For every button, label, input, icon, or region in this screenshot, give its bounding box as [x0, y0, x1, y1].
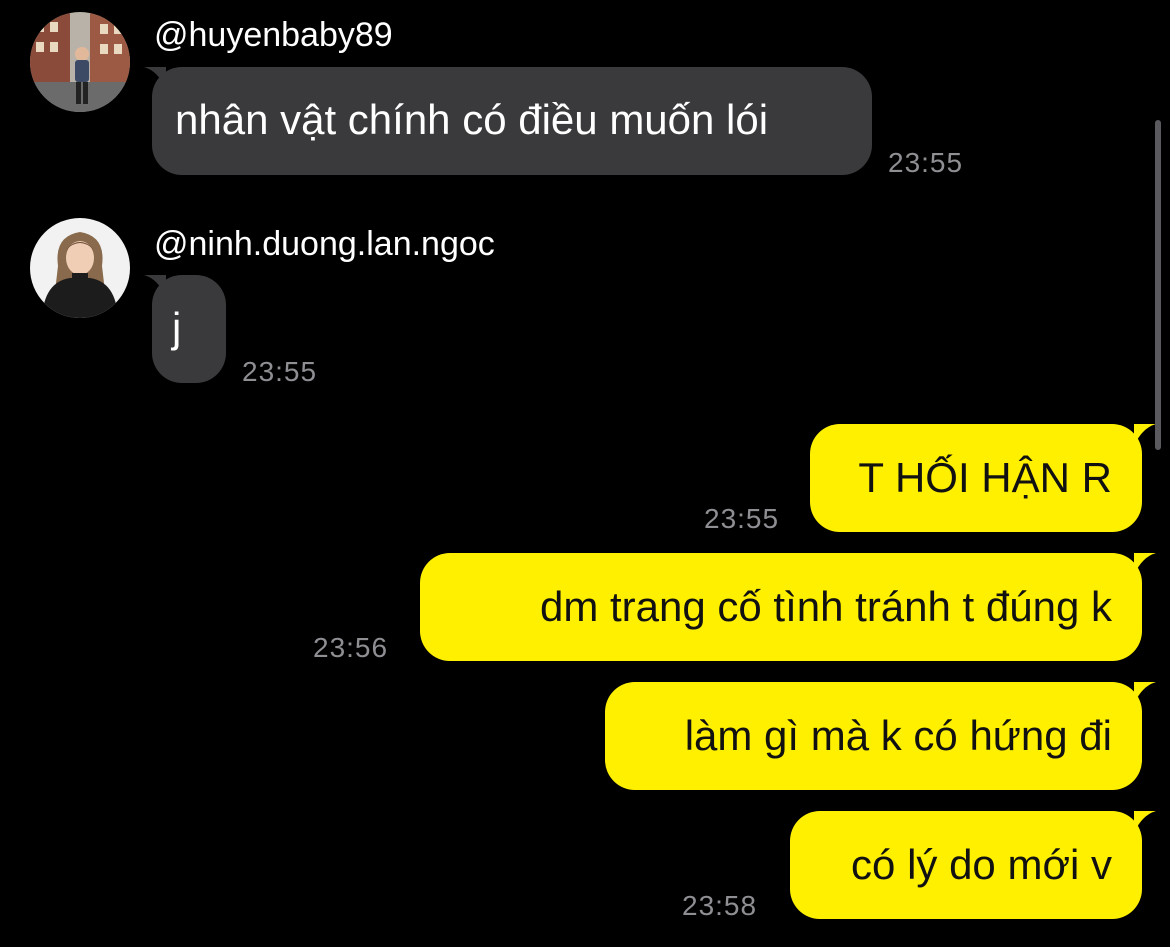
message-timestamp: 23:55 — [242, 356, 318, 387]
user-photo-avatar-icon — [30, 12, 130, 112]
message-bubble-outgoing[interactable]: T HỐI HẬN R — [810, 424, 1142, 532]
message-bubble-outgoing[interactable]: dm trang cố tình tránh t đúng k — [420, 553, 1142, 661]
message-timestamp: 23:56 — [313, 632, 389, 663]
avatar[interactable] — [30, 218, 130, 318]
message-username[interactable]: @huyenbaby89 — [154, 15, 393, 55]
message-timestamp: 23:58 — [682, 890, 758, 921]
bubble-tail — [1134, 682, 1156, 704]
message-text: T HỐI HẬN R — [858, 454, 1112, 501]
user-photo-avatar-icon — [30, 218, 130, 318]
bubble-tail — [144, 67, 166, 89]
message-text: j — [172, 304, 182, 351]
message-timestamp: 23:55 — [704, 503, 780, 534]
message-username[interactable]: @ninh.duong.lan.ngoc — [154, 224, 495, 264]
message-bubble-outgoing[interactable]: làm gì mà k có hứng đi — [605, 682, 1142, 790]
message-timestamp: 23:55 — [888, 147, 964, 178]
bubble-tail — [1134, 811, 1156, 833]
message-text: nhân vật chính có điều muốn lói — [175, 96, 769, 143]
bubble-tail — [144, 275, 166, 297]
message-text: dm trang cố tình tránh t đúng k — [539, 583, 1112, 630]
message-bubble-outgoing[interactable]: có lý do mới v — [790, 811, 1142, 919]
avatar[interactable] — [30, 12, 130, 112]
message-text: làm gì mà k có hứng đi — [684, 712, 1112, 759]
scrollbar[interactable] — [1155, 120, 1161, 450]
message-text: có lý do mới v — [851, 841, 1112, 888]
bubble-tail — [1134, 553, 1156, 575]
message-bubble-incoming[interactable]: nhân vật chính có điều muốn lói — [152, 67, 872, 175]
bubble-tail — [1134, 424, 1156, 446]
